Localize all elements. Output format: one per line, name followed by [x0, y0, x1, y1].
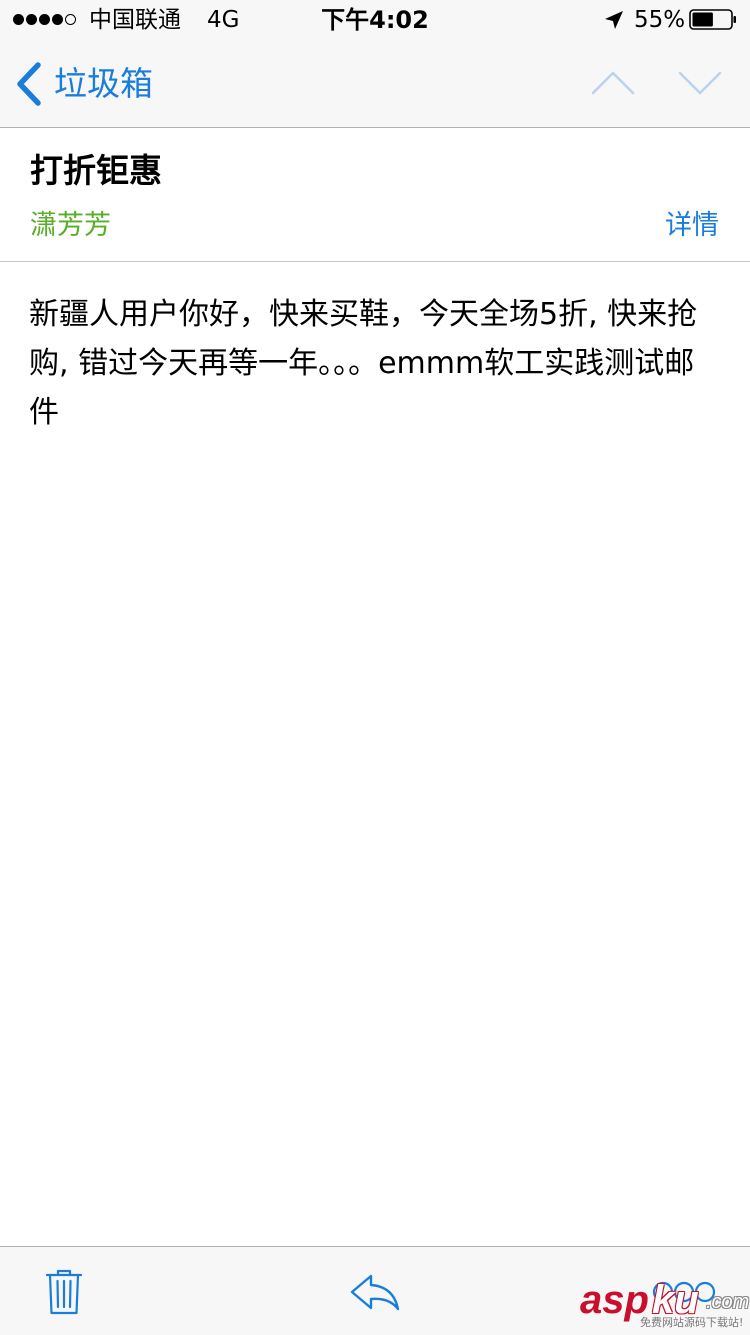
navigation-bar: 垃圾箱 — [0, 40, 750, 128]
back-button[interactable]: 垃圾箱 — [14, 60, 153, 108]
battery-level-fill — [692, 12, 713, 27]
sender-name[interactable]: 潇芳芳 — [30, 208, 111, 244]
details-link[interactable]: 详情 — [665, 208, 719, 244]
status-bar: 中国联通 4G 下午4:02 55% — [0, 0, 750, 40]
watermark-com: .com — [706, 1291, 750, 1313]
chevron-down-icon[interactable] — [677, 68, 723, 98]
back-button-label: 垃圾箱 — [54, 64, 153, 103]
message-body: 新疆人用户你好，快来买鞋，今天全场5折, 快来抢购, 错过今天再等一年。。。em… — [29, 297, 698, 430]
watermark-tagline: 免费网站源码下载站! — [640, 1316, 744, 1329]
battery-percentage: 55% — [634, 7, 686, 33]
chevron-left-icon — [17, 62, 41, 106]
message-subject: 打折钜惠 — [30, 151, 162, 190]
chevron-up-icon[interactable] — [590, 68, 636, 98]
header-divider — [0, 261, 750, 262]
watermark-asp: asp — [580, 1278, 649, 1322]
reply-icon[interactable] — [349, 1272, 401, 1312]
location-arrow-icon — [605, 11, 623, 29]
trash-icon[interactable] — [45, 1268, 83, 1316]
aspku-watermark: asp ku .com 免费网站源码下载站! — [578, 1278, 750, 1334]
battery-icon — [689, 9, 736, 30]
